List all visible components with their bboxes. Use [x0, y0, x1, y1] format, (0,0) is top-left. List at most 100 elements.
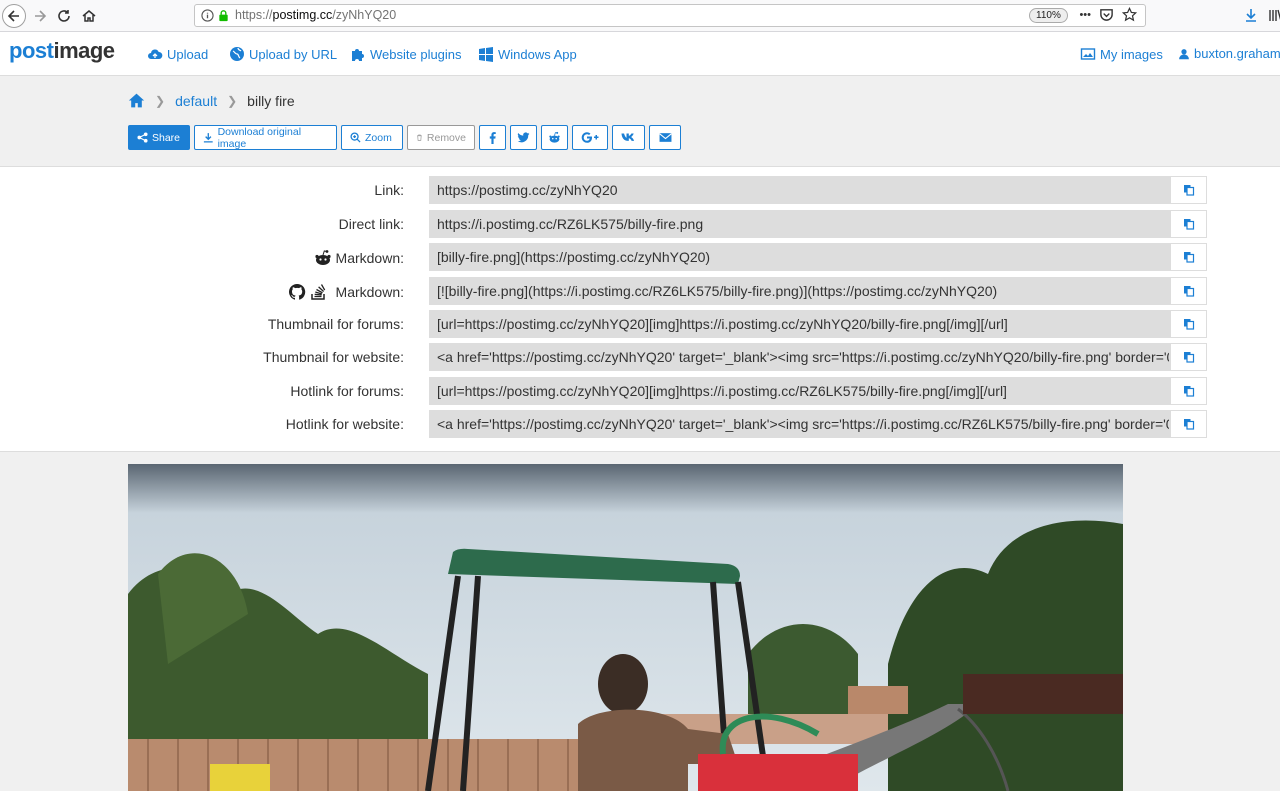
copy-button[interactable]	[1170, 343, 1207, 371]
link-row-label: Link:	[374, 182, 404, 198]
pocket-icon[interactable]	[1099, 7, 1114, 22]
nav-my-images[interactable]: My images	[1080, 46, 1163, 62]
nav-upload-by-url-label: Upload by URL	[249, 46, 338, 62]
envelope-icon	[658, 133, 672, 142]
nav-website-plugins[interactable]: Website plugins	[350, 46, 462, 62]
link-field[interactable]: https://postimg.cc/zyNhYQ20	[429, 176, 1170, 204]
copy-button[interactable]	[1170, 377, 1207, 405]
link-row-label: Direct link:	[339, 216, 404, 232]
remove-button[interactable]: Remove	[407, 125, 475, 150]
photo-illustration	[128, 464, 1123, 791]
library-icon[interactable]	[1268, 8, 1280, 22]
zoom-button[interactable]: Zoom	[341, 125, 403, 150]
hotlink-website-field[interactable]: <a href='https://postimg.cc/zyNhYQ20' ta…	[429, 410, 1170, 438]
url-path: /zyNhYQ20	[332, 8, 397, 22]
back-button[interactable]	[2, 4, 26, 28]
link-label-text: Thumbnail for forums:	[267, 316, 404, 332]
nav-my-images-label: My images	[1100, 46, 1163, 62]
download-original-button[interactable]: Download original image	[194, 125, 337, 150]
share-google-plus-button[interactable]	[572, 125, 608, 150]
copy-button[interactable]	[1170, 210, 1207, 238]
breadcrumb-current: billy fire	[247, 92, 295, 109]
stack-overflow-icon	[310, 284, 325, 300]
facebook-icon	[489, 132, 496, 144]
download-icon	[203, 133, 213, 143]
nav-website-plugins-label: Website plugins	[370, 46, 462, 62]
zoom-indicator[interactable]: 110%	[1029, 8, 1068, 23]
copy-button[interactable]	[1170, 310, 1207, 338]
download-icon[interactable]	[1244, 8, 1258, 22]
link-label-text: Hotlink for website:	[285, 416, 404, 432]
reddit-icon	[314, 250, 331, 265]
markdown-reddit-field[interactable]: [billy-fire.png](https://postimg.cc/zyNh…	[429, 243, 1170, 271]
reddit-icon	[549, 131, 560, 143]
info-icon[interactable]	[201, 9, 214, 22]
share-icon	[137, 132, 148, 143]
share-facebook-button[interactable]	[479, 125, 506, 150]
trash-icon	[417, 134, 422, 141]
lock-icon	[219, 10, 228, 22]
nav-upload-by-url[interactable]: Upload by URL	[229, 46, 337, 62]
uploaded-image[interactable]	[128, 464, 1123, 791]
home-icon	[82, 10, 96, 22]
nav-upload[interactable]: Upload	[147, 46, 208, 62]
url-domain: postimg.cc	[272, 8, 333, 22]
copy-icon	[1183, 352, 1194, 363]
share-label: Share	[152, 131, 181, 144]
reload-button[interactable]	[52, 4, 76, 28]
share-reddit-button[interactable]	[541, 125, 568, 150]
vk-icon	[621, 133, 634, 141]
twitter-icon	[517, 132, 530, 143]
link-row-markdown-reddit: Markdown: [billy-fire.png](https://posti…	[0, 243, 1280, 271]
link-label-text: Markdown:	[335, 250, 404, 266]
download-label: Download original image	[217, 125, 302, 150]
copy-button[interactable]	[1170, 410, 1207, 438]
home-button[interactable]	[77, 4, 101, 28]
breadcrumb: ❯ default ❯ billy fire	[128, 92, 295, 109]
link-row-thumb-forums: Thumbnail for forums: [url=https://posti…	[0, 310, 1280, 338]
copy-icon	[1183, 319, 1194, 330]
copy-button[interactable]	[1170, 277, 1207, 305]
link-row-label: Hotlink for forums:	[290, 383, 404, 399]
url-prefix: https://	[235, 8, 273, 22]
zoom-in-icon	[350, 132, 361, 143]
hotlink-forums-field[interactable]: [url=https://postimg.cc/zyNhYQ20][img]ht…	[429, 377, 1170, 405]
thumbnail-website-field[interactable]: <a href='https://postimg.cc/zyNhYQ20' ta…	[429, 343, 1170, 371]
nav-windows-app-label: Windows App	[498, 46, 577, 62]
link-row-hotlink-website: Hotlink for website: <a href='https://po…	[0, 410, 1280, 438]
url-bar[interactable]: https://postimg.cc/zyNhYQ20 110% •••	[194, 4, 1146, 27]
logo-post: post	[9, 38, 54, 63]
postimage-logo[interactable]: postimage	[9, 38, 115, 64]
image-icon	[1080, 48, 1096, 60]
windows-icon	[479, 47, 493, 62]
url-actions: •••	[1079, 7, 1137, 24]
copy-button[interactable]	[1170, 176, 1207, 204]
share-vk-button[interactable]	[612, 125, 645, 150]
github-icon	[288, 283, 305, 300]
google-plus-icon	[581, 132, 599, 143]
breadcrumb-gallery[interactable]: default	[175, 93, 217, 109]
copy-icon	[1183, 286, 1194, 297]
bookmark-star-icon[interactable]	[1122, 7, 1137, 22]
thumbnail-forums-field[interactable]: [url=https://postimg.cc/zyNhYQ20][img]ht…	[429, 310, 1170, 338]
markdown-github-field[interactable]: [![billy-fire.png](https://i.postimg.cc/…	[429, 277, 1170, 305]
remove-label: Remove	[426, 131, 466, 144]
direct-link-field[interactable]: https://i.postimg.cc/RZ6LK575/billy-fire…	[429, 210, 1170, 238]
page-actions-menu[interactable]: •••	[1079, 7, 1091, 24]
forward-button[interactable]	[28, 4, 52, 28]
link-label-text: Markdown:	[335, 284, 404, 300]
home-icon[interactable]	[128, 92, 145, 109]
link-row-direct: Direct link: https://i.postimg.cc/RZ6LK5…	[0, 210, 1280, 238]
share-button[interactable]: Share	[128, 125, 190, 150]
nav-user-account[interactable]: buxton.graham@	[1178, 46, 1280, 61]
url-text: https://postimg.cc/zyNhYQ20	[235, 8, 396, 22]
share-twitter-button[interactable]	[510, 125, 537, 150]
chevron-right-icon: ❯	[155, 93, 166, 108]
nav-windows-app[interactable]: Windows App	[478, 46, 577, 62]
globe-icon	[230, 47, 244, 61]
copy-icon	[1183, 252, 1194, 263]
reload-icon	[58, 10, 70, 22]
arrow-left-icon	[7, 10, 19, 22]
copy-button[interactable]	[1170, 243, 1207, 271]
share-email-button[interactable]	[649, 125, 681, 150]
